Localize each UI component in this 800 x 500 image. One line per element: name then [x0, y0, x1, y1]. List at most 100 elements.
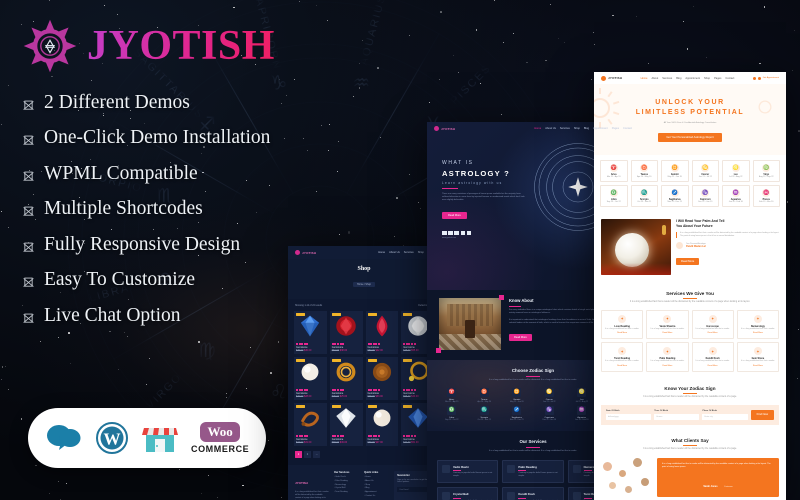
product-card[interactable]: Gemstone $68.00 $49.00	[329, 403, 363, 446]
light-zodiac-grid[interactable]: ♈ Aries Mar 21 - Apr 19 ♉ Taurus Apr 20 …	[594, 155, 786, 216]
light-zodiac-item[interactable]: ♎ Libra Sep 23 - Oct 22	[600, 185, 628, 208]
light-service-card[interactable]: ✦ Horoscope It is a long established fac…	[691, 309, 734, 340]
light-service-card[interactable]: ✦ Gem Stone It is a long established fac…	[736, 342, 779, 373]
product-card[interactable]: Gemstone $40.00 $28.00	[294, 357, 327, 400]
zodiac-sign-item[interactable]: ♊ Gemini May 21 - Jun 20	[502, 388, 532, 403]
nav-item[interactable]: Home	[534, 127, 541, 130]
light-service-link[interactable]: Read More	[740, 365, 776, 367]
zodiac-sign-item[interactable]: ♈ Aries Mar 21 - Apr 19	[437, 388, 467, 403]
finder-field[interactable]: Place Of Birth Enter city	[702, 410, 748, 420]
light-service-link[interactable]: Read More	[604, 332, 640, 334]
zodiac-sign-item[interactable]: ♑ Capricorn Dec 22 - Jan 19	[535, 406, 565, 421]
footer-col2-links[interactable]: › Home › About Us › Shop › Blog › Appointmen…	[364, 476, 389, 499]
mockup-light-demo[interactable]: JYOTISH Home About Services Blog Appointment…	[594, 72, 786, 500]
zodiac-sign-item[interactable]: ♏ Scorpio Oct 23 - Nov 21	[470, 406, 500, 421]
zodiac-sign-item[interactable]: ♐ Sagittarius Nov 22 - Dec 21	[502, 406, 532, 421]
product-card[interactable]: Gemstone $35.00 $25.00	[329, 357, 363, 400]
nav-item[interactable]: Services	[560, 127, 570, 130]
twitter-icon[interactable]	[448, 230, 453, 236]
nav-item[interactable]: Home	[641, 77, 648, 80]
linkedin-icon[interactable]	[460, 230, 466, 236]
pagination-item[interactable]: 2	[304, 451, 311, 458]
light-zodiac-item[interactable]: ♍ Virgo Aug 23 - Sep 22	[752, 160, 780, 183]
light-service-card[interactable]: ✦ Tarot Reading It is a long established…	[601, 342, 644, 373]
nav-item[interactable]: Home	[378, 251, 385, 254]
footer-link[interactable]: › Contact Us	[364, 495, 389, 499]
light-service-link[interactable]: Read More	[740, 332, 776, 334]
light-zodiac-item[interactable]: ♊ Gemini May 21 - Jun 20	[661, 160, 689, 183]
nav-item[interactable]: About Us	[545, 127, 556, 130]
finder-field-input[interactable]: hh:mm	[654, 413, 700, 420]
finder-field[interactable]: Time Of Birth hh:mm	[654, 410, 700, 420]
service-card[interactable]: Vedic Rashi Contrary to popular belief l…	[437, 459, 499, 484]
nav-item[interactable]: About	[651, 77, 658, 80]
nav-item[interactable]: Services	[404, 251, 414, 254]
light-zodiac-item[interactable]: ♐ Sagittarius Nov 22 - Dec 21	[661, 185, 689, 208]
light-zodiac-item[interactable]: ♑ Capricorn Dec 22 - Jan 19	[691, 185, 719, 208]
finder-field-input[interactable]: dd/mm/yyyy	[606, 413, 652, 420]
service-card[interactable]: Palm Reading Contrary to popular belief …	[502, 459, 564, 484]
product-card[interactable]: Gemstone $39.00 $27.00	[365, 403, 399, 446]
nav-item[interactable]: Pages	[612, 127, 619, 130]
pagination-item[interactable]: →	[313, 451, 320, 458]
nav-item[interactable]: Contact	[725, 77, 734, 80]
finder-field[interactable]: Date Of Birth dd/mm/yyyy	[606, 410, 652, 420]
service-card[interactable]: Crystal Ball Contrary to popular belief …	[437, 487, 499, 500]
product-card[interactable]: Gemstone $48.00 $33.00	[365, 357, 399, 400]
zodiac-sign-item[interactable]: ♋ Cancer Jun 21 - Jul 22	[535, 388, 565, 403]
nav-item[interactable]: Shop	[418, 251, 424, 254]
light-service-link[interactable]: Read More	[604, 365, 640, 367]
zodiac-sign-item[interactable]: ♒ Aquarius Jan 20 - Feb 18	[567, 406, 597, 421]
nav-item[interactable]: Blog	[676, 77, 681, 80]
light-zodiac-item[interactable]: ♈ Aries Mar 21 - Apr 19	[600, 160, 628, 183]
light-zodiac-item[interactable]: ♋ Cancer Jun 21 - Jul 22	[691, 160, 719, 183]
nav-item[interactable]: Pages	[714, 77, 721, 80]
newsletter-input[interactable]: Your Email	[397, 487, 430, 493]
palm-cta[interactable]: Read More	[676, 258, 700, 266]
finder-field-input[interactable]: Enter city	[702, 413, 748, 420]
light-service-link[interactable]: Read More	[649, 365, 685, 367]
light-nav-cta[interactable]: Get Appointment	[763, 77, 779, 79]
product-card[interactable]: Gemstone $44.00 $31.00	[294, 403, 327, 446]
zodiac-sign-item[interactable]: ♌ Leo Jul 23 - Aug 22	[567, 388, 597, 403]
nav-item[interactable]: Shop	[704, 77, 710, 80]
light-zodiac-item[interactable]: ♌ Leo Jul 23 - Aug 22	[722, 160, 750, 183]
light-service-link[interactable]: Read More	[695, 332, 731, 334]
light-zodiac-item[interactable]: ♒ Aquarius Jan 20 - Feb 18	[722, 185, 750, 208]
footer-col1-links[interactable]: › Vedic Rashi › Palm Reading › Numerology ›…	[334, 476, 359, 495]
light-zodiac-item[interactable]: ♓ Pisces Feb 19 - Mar 20	[752, 185, 780, 208]
light-service-card[interactable]: ✦ Palm Reading It is a long established …	[646, 342, 689, 373]
light-hero-cta[interactable]: Get Your Personalized Astrology Report	[658, 133, 722, 143]
product-card[interactable]: Gemstone $45.00 $30.00	[294, 311, 327, 354]
hero-social[interactable]	[442, 230, 528, 236]
instagram-icon[interactable]	[454, 230, 459, 236]
nav-item[interactable]: Contact	[623, 127, 632, 130]
light-zodiac-item[interactable]: ♏ Scorpio Oct 23 - Nov 21	[630, 185, 658, 208]
pagination-item[interactable]: 1	[295, 451, 302, 458]
zodiac-sign-item[interactable]: ♎ Libra Sep 23 - Oct 22	[437, 406, 467, 421]
light-service-link[interactable]: Read More	[649, 332, 685, 334]
about-cta-button[interactable]: Read More	[509, 334, 532, 342]
nav-item[interactable]: Shop	[574, 127, 580, 130]
mockup-shop-page[interactable]: JYOTISH HomeAbout UsServicesShopBlog Sho…	[288, 246, 440, 500]
pagination[interactable]: 1 2 →	[288, 446, 440, 465]
light-service-link[interactable]: Read More	[695, 365, 731, 367]
footer-link[interactable]: › Tarot Reading	[334, 491, 359, 495]
light-zodiac-item[interactable]: ♉ Taurus Apr 20 - May 20	[630, 160, 658, 183]
light-service-card[interactable]: ✦ Numerology It is a long established fa…	[736, 309, 779, 340]
nav-item[interactable]: Appointment	[685, 77, 700, 80]
product-card[interactable]: Gemstone $60.00 $42.00	[365, 311, 399, 354]
nav-item[interactable]: Blog	[584, 127, 589, 130]
facebook-icon[interactable]	[442, 230, 447, 236]
service-card[interactable]: Kundli Dosh Contrary to popular belief l…	[502, 487, 564, 500]
nav-item[interactable]: Services	[662, 77, 672, 80]
hero-cta-button[interactable]: Read More	[442, 211, 467, 219]
zodiac-sign-item[interactable]: ♉ Taurus Apr 20 - May 20	[470, 388, 500, 403]
light-service-card[interactable]: ✦ Vastu Shastra It is a long established…	[646, 309, 689, 340]
nav-item[interactable]: Appointment	[593, 127, 608, 130]
finder-form[interactable]: Date Of Birth dd/mm/yyyy Time Of Birth h…	[601, 404, 779, 425]
product-card[interactable]: Gemstone $52.00 $38.00	[329, 311, 363, 354]
light-service-card[interactable]: ✦ Love Reading It is a long established …	[601, 309, 644, 340]
youtube-icon[interactable]	[466, 230, 472, 236]
nav-item[interactable]: About Us	[389, 251, 400, 254]
